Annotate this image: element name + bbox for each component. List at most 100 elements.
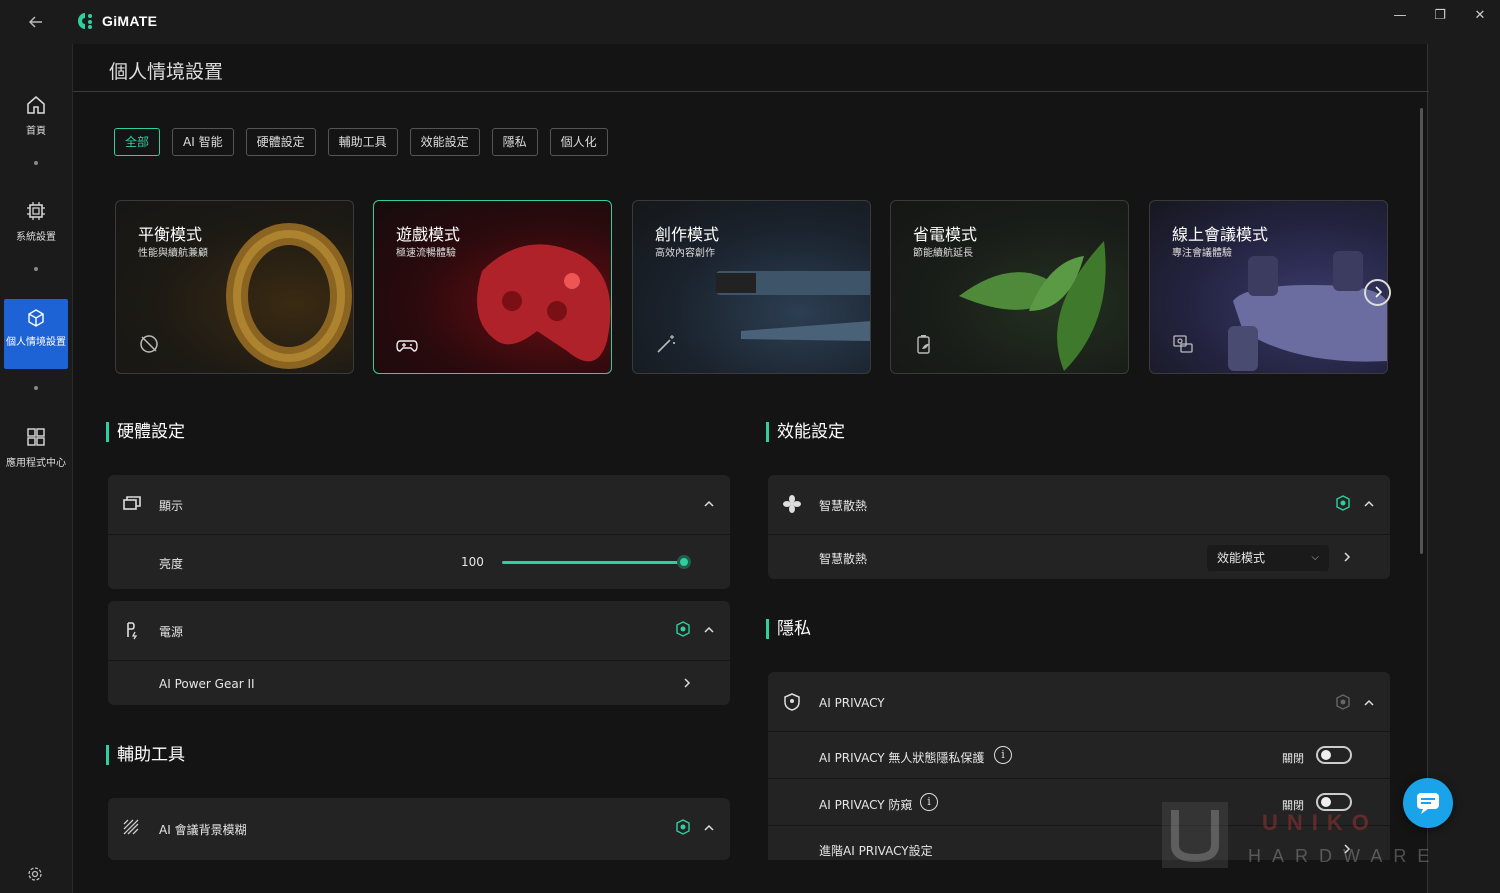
scrollbar[interactable] [1420, 108, 1423, 554]
cooling-mode-select[interactable]: 效能模式 ⌵ [1207, 545, 1329, 571]
card-subtitle: 性能與續航兼顧 [138, 248, 208, 259]
cube-icon [28, 309, 44, 327]
chevron-up-icon[interactable] [1363, 498, 1375, 510]
nav-separator-dot [34, 267, 38, 271]
chevron-up-icon[interactable] [703, 822, 715, 834]
toggle-state-label: 關閉 [1282, 752, 1304, 765]
sidebar-item-app-center[interactable]: 應用程式中心 [4, 426, 68, 469]
chip-assist[interactable]: 輔助工具 [327, 128, 398, 156]
brightness-slider-track[interactable] [502, 561, 684, 564]
mode-card-gaming[interactable]: 遊戲模式 極速流暢體驗 [373, 200, 612, 374]
chevron-right-icon[interactable] [681, 677, 693, 689]
power-label: 電源 [159, 625, 184, 639]
brightness-label: 亮度 [159, 557, 184, 571]
title-divider [73, 91, 1429, 92]
watermark: UNIKO HARDWARE [1160, 800, 1429, 874]
mode-card-creator[interactable]: 創作模式 高效內容創作 [632, 200, 871, 374]
app-window: GiMATE — ❐ ✕ 首頁 系統設置 個人情境設置 應用程式中心 個人情境設… [0, 0, 1500, 893]
toggle-knob [1321, 750, 1331, 760]
info-icon[interactable]: i [920, 793, 938, 811]
right-divider [1427, 44, 1428, 893]
chat-assistant-button[interactable] [1403, 778, 1453, 828]
chevron-right-icon[interactable] [1341, 551, 1353, 563]
brand: GiMATE [78, 12, 157, 30]
card-title: 省電模式 [913, 225, 978, 244]
power-gear-label[interactable]: AI Power Gear II [159, 677, 255, 691]
fan-icon [783, 495, 801, 513]
section-title-assist: 輔助工具 [106, 745, 185, 765]
power-panel: 電源 AI Power Gear II [108, 601, 730, 705]
chevron-up-icon[interactable] [703, 498, 715, 510]
restore-button[interactable]: ❐ [1420, 4, 1460, 28]
chip-icon [27, 202, 45, 220]
brightness-value: 100 [461, 555, 484, 569]
sidebar-item-scenario[interactable]: 個人情境設置 [4, 299, 68, 369]
display-label: 顯示 [159, 499, 184, 513]
advanced-privacy-link[interactable]: 進階AI PRIVACY設定 [819, 842, 933, 859]
mode-card-power-saving[interactable]: 省電模式 節能續航延長 [890, 200, 1129, 374]
privacy-peek-toggle[interactable] [1316, 793, 1352, 811]
grid-icon [27, 428, 45, 446]
chip-ai[interactable]: AI 智能 [172, 128, 234, 156]
ai-badge-icon [676, 819, 690, 835]
chat-icon [1417, 793, 1439, 814]
chevron-up-icon[interactable] [703, 624, 715, 636]
gear-icon[interactable] [27, 866, 43, 882]
ai-badge-icon [1336, 694, 1350, 710]
minimize-button[interactable]: — [1380, 4, 1420, 28]
section-title-hardware: 硬體設定 [106, 422, 185, 442]
ai-blur-label: AI 會議背景模糊 [159, 823, 247, 837]
card-title: 線上會議模式 [1172, 225, 1269, 244]
ai-badge-icon [1336, 495, 1350, 511]
section-title-privacy: 隱私 [766, 619, 811, 639]
watermark-logo-icon [1162, 802, 1228, 868]
card-title: 平衡模式 [138, 225, 203, 244]
magic-wand-icon [657, 335, 675, 353]
back-button[interactable] [24, 10, 48, 34]
chevron-up-icon[interactable] [1363, 697, 1375, 709]
blur-icon [123, 819, 139, 835]
home-icon [27, 96, 45, 114]
meeting-icon [1173, 335, 1193, 353]
battery-leaf-icon [917, 335, 930, 354]
row-divider [108, 660, 730, 661]
select-value: 效能模式 [1217, 551, 1266, 565]
chip-privacy[interactable]: 隱私 [491, 128, 538, 156]
row-divider [768, 731, 1390, 732]
sidebar-item-label: 應用程式中心 [6, 458, 66, 469]
cooling-label: 智慧散熱 [819, 499, 868, 513]
nav-separator-dot [34, 161, 38, 165]
privacy-presence-toggle[interactable] [1316, 746, 1352, 764]
shield-icon [784, 693, 800, 711]
info-icon[interactable]: i [994, 746, 1012, 764]
power-plug-icon [127, 622, 138, 640]
sidebar-item-system[interactable]: 系統設置 [4, 200, 68, 243]
balance-icon [140, 335, 158, 353]
mode-card-balance[interactable]: 平衡模式 性能與續航兼顧 [115, 200, 354, 374]
card-subtitle: 高效內容創作 [655, 248, 715, 259]
sidebar: 首頁 系統設置 個人情境設置 應用程式中心 [0, 44, 72, 893]
brightness-slider-knob[interactable] [677, 555, 691, 569]
privacy-row-label: AI PRIVACY 無人狀態隱私保護 [819, 751, 985, 765]
chip-performance[interactable]: 效能設定 [409, 128, 480, 156]
app-name: GiMATE [102, 13, 158, 29]
chip-all[interactable]: 全部 [114, 128, 161, 156]
mode-card-meeting[interactable]: 線上會議模式 專注會議體驗 [1149, 200, 1388, 374]
chevron-right-icon [1374, 286, 1382, 298]
carousel-next-button[interactable] [1364, 279, 1391, 306]
sidebar-item-home[interactable]: 首頁 [4, 94, 68, 137]
card-title: 創作模式 [655, 225, 720, 244]
toggle-knob [1321, 797, 1331, 807]
display-icon [123, 496, 141, 510]
card-subtitle: 專注會議體驗 [1172, 248, 1232, 259]
chip-personalize[interactable]: 個人化 [549, 128, 608, 156]
filter-chips: 全部 AI 智能 硬體設定 輔助工具 效能設定 隱私 個人化 [114, 128, 608, 156]
ai-badge-icon [676, 621, 690, 637]
close-button[interactable]: ✕ [1460, 4, 1500, 28]
title-bar: GiMATE — ❐ ✕ [0, 0, 1500, 44]
arrow-left-icon [28, 16, 42, 28]
row-divider [768, 778, 1390, 779]
gamepad-icon [396, 340, 418, 352]
chip-hardware[interactable]: 硬體設定 [245, 128, 316, 156]
section-title-performance: 效能設定 [766, 422, 845, 442]
